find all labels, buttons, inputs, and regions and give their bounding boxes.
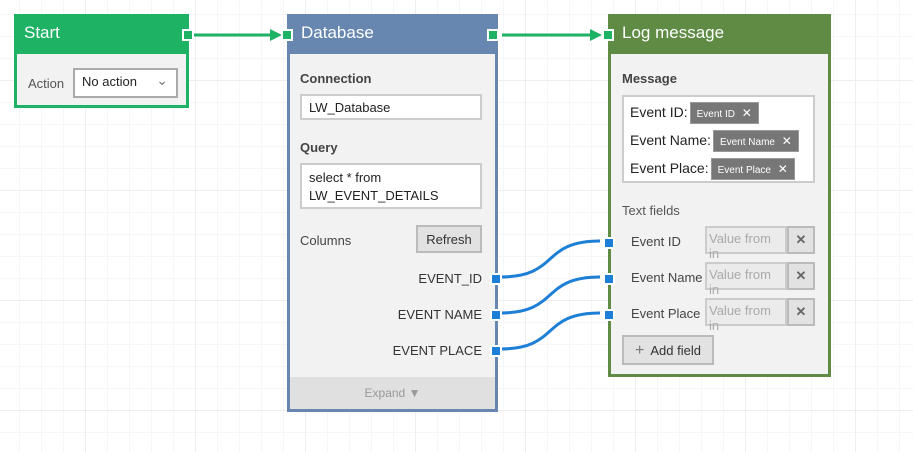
close-icon: ✕ [795, 232, 807, 247]
tag-label: Event Place [717, 165, 771, 176]
columns-label: Columns [300, 233, 352, 248]
start-node[interactable]: Start Action No action ⌄ [14, 14, 194, 108]
log-input-port[interactable] [602, 29, 614, 41]
field-value-input[interactable]: Value from in [705, 298, 787, 333]
column-port-event-id[interactable] [490, 273, 502, 285]
database-output-port[interactable] [487, 29, 499, 41]
close-icon[interactable]: ✕ [742, 106, 752, 120]
tag-label: Event ID [696, 109, 735, 120]
database-node-title: Database [287, 14, 498, 54]
field-port-event-name[interactable] [603, 273, 615, 285]
data-link-event-id [499, 239, 601, 279]
log-message-node-title: Log message [608, 14, 831, 54]
message-text: Event ID: [630, 104, 688, 120]
remove-field-button[interactable]: ✕ [787, 298, 815, 326]
connection-label: Connection [300, 71, 372, 86]
variable-tag[interactable]: Event Place ✕ [710, 158, 795, 180]
column-event-id: EVENT_ID [418, 271, 482, 286]
arrow-icon [590, 29, 602, 41]
close-icon[interactable]: ✕ [782, 134, 792, 148]
expand-button[interactable]: Expand ▼ [290, 377, 495, 409]
database-node[interactable]: Database Connection LW_Database Query se… [281, 14, 502, 412]
message-row: Event Place: Event Place ✕ [630, 158, 795, 180]
close-icon: ✕ [795, 304, 807, 319]
start-output-port[interactable] [182, 29, 194, 41]
log-message-node[interactable]: Log message Message Event ID: Event ID ✕ … [602, 14, 831, 377]
remove-field-button[interactable]: ✕ [787, 226, 815, 254]
data-link-event-name [499, 275, 601, 315]
message-input[interactable]: Event ID: Event ID ✕ Event Name: Event Nam… [622, 95, 815, 183]
close-icon: ✕ [795, 268, 807, 283]
message-label: Message [622, 71, 677, 86]
add-field-label: Add field [650, 343, 701, 358]
column-event-place: EVENT PLACE [392, 343, 482, 358]
action-label: Action [28, 76, 65, 91]
chevron-down-icon: ⌄ [156, 72, 168, 88]
remove-field-button[interactable]: ✕ [787, 262, 815, 290]
field-value-input[interactable]: Value from in [705, 226, 787, 261]
variable-tag[interactable]: Event ID ✕ [689, 102, 759, 124]
close-icon[interactable]: ✕ [778, 162, 788, 176]
refresh-button[interactable]: Refresh [416, 225, 482, 253]
field-label: Event ID [631, 234, 681, 249]
field-value-input[interactable]: Value from in [705, 262, 787, 297]
start-node-title: Start [14, 14, 189, 54]
field-port-event-place[interactable] [603, 309, 615, 321]
database-input-port[interactable] [281, 29, 293, 41]
message-row: Event Name: Event Name ✕ [630, 130, 799, 152]
data-link-event-place [499, 311, 601, 351]
column-port-event-name[interactable] [490, 309, 502, 321]
action-select-value: No action [82, 74, 137, 89]
field-port-event-id[interactable] [603, 237, 615, 249]
message-row: Event ID: Event ID ✕ [630, 102, 759, 124]
query-line: LW_EVENT_DETAILS [309, 188, 439, 203]
column-event-name: EVENT NAME [397, 307, 482, 322]
query-line: select * from [309, 170, 382, 185]
message-text: Event Place: [630, 160, 709, 176]
field-label: Event Place [631, 306, 701, 321]
connection-input[interactable]: LW_Database [300, 94, 482, 120]
variable-tag[interactable]: Event Name ✕ [712, 130, 799, 152]
add-field-button[interactable]: + Add field [622, 335, 714, 365]
query-input[interactable]: select * from LW_EVENT_DETAILS [300, 163, 482, 209]
action-select[interactable]: No action ⌄ [73, 68, 178, 98]
query-label: Query [300, 140, 338, 155]
message-text: Event Name: [630, 132, 711, 148]
tag-label: Event Name [719, 137, 775, 148]
plus-icon: + [635, 342, 645, 359]
field-label: Event Name [631, 270, 703, 285]
text-fields-label: Text fields [622, 203, 680, 218]
column-port-event-place[interactable] [490, 345, 502, 357]
